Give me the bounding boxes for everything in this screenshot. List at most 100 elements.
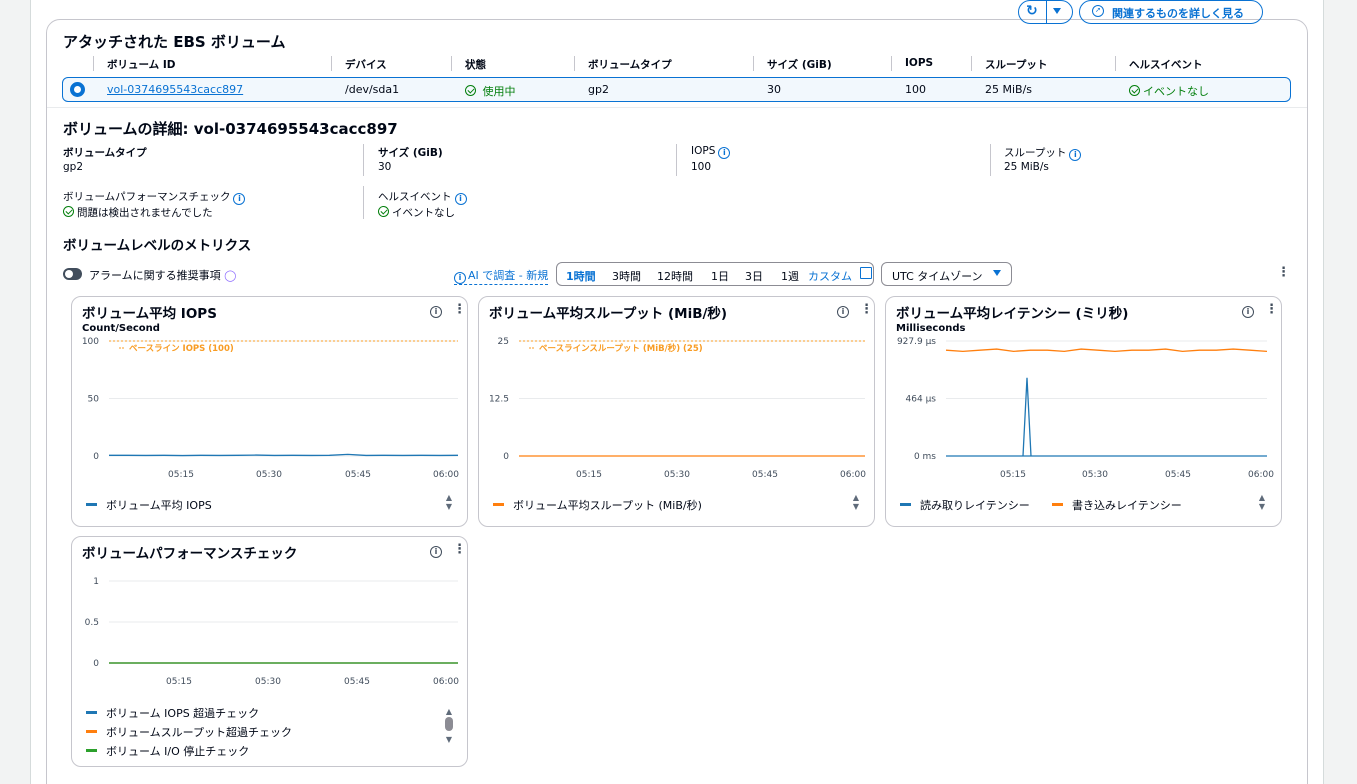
col-volume-id[interactable]: ボリューム ID xyxy=(107,57,175,72)
type-label: ボリュームタイプ xyxy=(63,147,147,159)
legend-label: ボリューム IOPS 超過チェック xyxy=(106,707,260,720)
button-divider xyxy=(1046,0,1047,23)
info-icon[interactable]: i xyxy=(233,193,246,205)
chart-plot: 25 12.5 0 05:15 05:30 05:45 06:00 ベースラインスループット … xyxy=(489,337,866,480)
more-actions-icon[interactable]: ⋮ xyxy=(1277,266,1290,280)
type-value: gp2 xyxy=(63,161,84,173)
health-label: ヘルスイベント xyxy=(378,191,452,203)
y-tick-label: 0.5 xyxy=(85,618,99,628)
info-icon[interactable]: i xyxy=(454,193,467,205)
range-3h[interactable]: 3時間 xyxy=(612,268,641,284)
check-circle-icon xyxy=(465,85,476,96)
perf-check-value: 問題は検出されませんでした xyxy=(63,205,213,220)
y-tick-label: 0 xyxy=(503,452,509,462)
attached-volumes-title: アタッチされた EBS ボリューム xyxy=(63,33,286,51)
chart-card-iops: ボリューム平均 IOPS i ⋮ Count/Second 100 50 0 05:1… xyxy=(71,296,468,527)
refresh-split-button: ↻ xyxy=(1018,0,1073,24)
range-custom[interactable]: カスタム xyxy=(808,268,852,284)
x-tick-label: 05:45 xyxy=(344,677,370,687)
timezone-select[interactable]: UTC タイムゾーン xyxy=(881,262,1012,286)
throughput-label-group: スループット i xyxy=(1004,145,1082,161)
legend-swatch xyxy=(86,730,97,733)
alarm-recommendations-toggle[interactable] xyxy=(63,268,82,280)
column-separator xyxy=(363,144,364,176)
chart-plot: 927.9 μs 464 μs 0 ms 05:15 05:30 05:45 06:00 xyxy=(897,337,1274,480)
legend-item[interactable]: ボリューム平均 IOPS xyxy=(86,497,212,513)
y-tick-label: 0 xyxy=(93,659,99,669)
metrics-title: ボリュームレベルのメトリクス xyxy=(63,238,252,254)
y-tick-label: 100 xyxy=(82,337,99,347)
ai-investigate-text: AI で調査 - 新規 xyxy=(468,269,549,282)
col-device[interactable]: デバイス xyxy=(345,57,387,72)
health-label-group: ヘルスイベント i xyxy=(378,189,467,205)
x-tick-label: 06:00 xyxy=(433,470,459,480)
legend-pagination[interactable]: ▲ ▼ xyxy=(851,493,861,511)
refresh-icon[interactable]: ↻ xyxy=(1026,3,1038,19)
info-icon: i xyxy=(454,272,466,284)
legend-item[interactable]: ボリューム平均スループット (MiB/秒) xyxy=(493,497,702,513)
column-separator xyxy=(1115,56,1116,71)
legend-item[interactable]: 書き込みレイテンシー xyxy=(1052,497,1182,513)
legend-pagination[interactable]: ▲ ▼ xyxy=(444,493,454,511)
explore-related-button[interactable]: ➚ 関連するものを詳しく見る xyxy=(1079,0,1263,24)
caret-down-icon[interactable] xyxy=(1053,8,1061,14)
calendar-icon[interactable] xyxy=(860,267,872,279)
col-health-events[interactable]: ヘルスイベント xyxy=(1129,57,1203,72)
column-separator xyxy=(331,56,332,71)
column-separator xyxy=(451,56,452,71)
column-separator xyxy=(753,56,754,71)
chart-card-throughput: ボリューム平均スループット (MiB/秒) i ⋮ 25 12.5 0 05:15 05… xyxy=(478,296,875,527)
range-3d[interactable]: 3日 xyxy=(745,268,763,284)
legend-pagination[interactable]: ▲ ▼ xyxy=(1257,493,1267,511)
ai-investigate-link[interactable]: i AI で調査 - 新規 xyxy=(454,267,549,285)
y-tick-label: 464 μs xyxy=(906,395,937,405)
col-size[interactable]: サイズ (GiB) xyxy=(767,57,832,72)
legend-scrollbar[interactable]: ▲ ▼ xyxy=(444,706,454,745)
alarm-toggle-text: アラームに関する推奨事項 xyxy=(89,269,221,282)
volume-id-link[interactable]: vol-0374695543cacc897 xyxy=(107,83,243,96)
caret-down-icon xyxy=(993,270,1001,276)
col-state[interactable]: 状態 xyxy=(465,57,486,72)
column-separator xyxy=(891,56,892,71)
col-iops[interactable]: IOPS xyxy=(905,57,933,69)
x-tick-label: 05:30 xyxy=(664,470,690,480)
range-1w[interactable]: 1週 xyxy=(781,268,799,284)
legend-swatch xyxy=(1052,503,1063,506)
legend-label: 書き込みレイテンシー xyxy=(1072,499,1182,512)
x-tick-label: 05:45 xyxy=(752,470,778,480)
x-tick-label: 06:00 xyxy=(1248,470,1274,480)
table-row[interactable] xyxy=(62,77,1291,102)
column-separator xyxy=(971,56,972,71)
perf-check-label-group: ボリュームパフォーマンスチェック i xyxy=(63,189,246,205)
legend-item[interactable]: ボリューム IOPS 超過チェック xyxy=(86,705,259,721)
range-1h[interactable]: 1時間 xyxy=(566,268,596,284)
range-12h[interactable]: 12時間 xyxy=(657,268,693,284)
series-line xyxy=(946,377,1267,457)
y-tick-label: 25 xyxy=(498,337,509,347)
y-tick-label: 50 xyxy=(88,395,100,405)
col-throughput[interactable]: スループット xyxy=(985,57,1047,72)
size-cell: 30 xyxy=(767,83,781,96)
lightbulb-icon: ◯ xyxy=(224,269,237,282)
x-tick-label: 05:15 xyxy=(576,470,602,480)
row-radio-button[interactable] xyxy=(70,82,85,97)
x-tick-label: 05:30 xyxy=(1082,470,1108,480)
range-1d[interactable]: 1日 xyxy=(711,268,729,284)
info-icon[interactable]: i xyxy=(718,147,731,159)
y-tick-label: 0 xyxy=(93,452,99,462)
iops-value: 100 xyxy=(691,161,712,173)
baseline-label: ベースラインスループット (MiB/秒) (25) xyxy=(539,343,703,354)
legend-item[interactable]: ボリューム I/O 停止チェック xyxy=(86,743,249,759)
throughput-label: スループット xyxy=(1004,147,1067,159)
baseline-label: ベースライン IOPS (100) xyxy=(129,344,234,354)
x-tick-label: 05:15 xyxy=(1000,470,1026,480)
legend-item[interactable]: ボリュームスループット超過チェック xyxy=(86,724,292,740)
legend-label: ボリューム平均 IOPS xyxy=(106,499,212,512)
check-circle-icon xyxy=(378,206,389,217)
col-volume-type[interactable]: ボリュームタイプ xyxy=(588,57,672,72)
perf-check-label: ボリュームパフォーマンスチェック xyxy=(63,191,231,203)
info-icon[interactable]: i xyxy=(1069,149,1082,161)
throughput-cell: 25 MiB/s xyxy=(985,83,1033,96)
legend-item[interactable]: 読み取りレイテンシー xyxy=(900,497,1030,513)
compass-icon: ➚ xyxy=(1092,5,1104,17)
